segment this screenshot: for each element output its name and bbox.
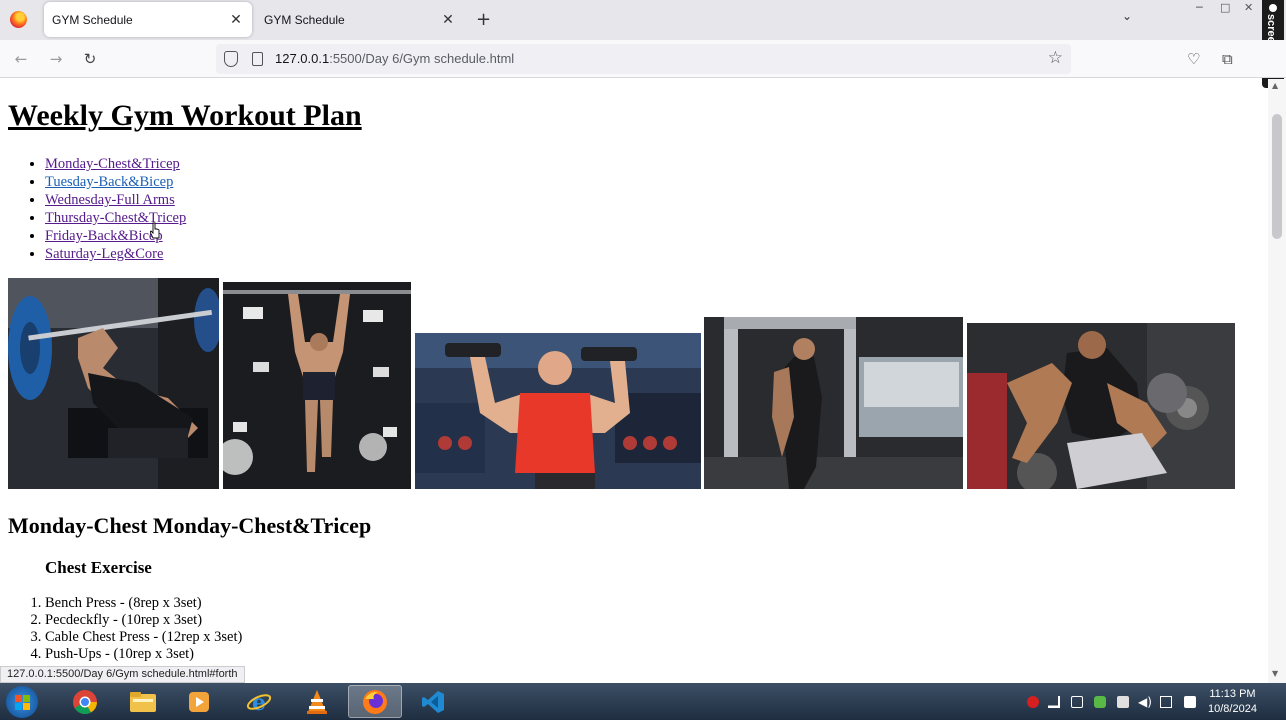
tab-gym-schedule[interactable]: GYM Schedule ✕ bbox=[256, 2, 464, 37]
tray-monitor-icon[interactable] bbox=[1117, 696, 1129, 708]
start-button[interactable] bbox=[6, 686, 38, 718]
day-link-saturday[interactable]: Saturday-Leg&Core bbox=[45, 246, 163, 262]
svg-text:e: e bbox=[252, 690, 266, 715]
day-link-monday[interactable]: Monday-Chest&Tricep bbox=[45, 156, 180, 172]
url-text[interactable]: 127.0.0.1:5500/Day 6/Gym schedule.html bbox=[275, 51, 514, 66]
maximize-icon[interactable]: □ bbox=[1220, 1, 1230, 14]
network-signal-icon[interactable] bbox=[1048, 696, 1060, 708]
list-item: Push-Ups - (10rep x 3set) bbox=[45, 646, 242, 663]
navigation-toolbar: ← → ↻ 127.0.0.1:5500/Day 6/Gym schedule.… bbox=[0, 40, 1286, 78]
url-path: :5500/Day 6/Gym schedule.html bbox=[329, 51, 515, 66]
link-status-bar: 127.0.0.1:5500/Day 6/Gym schedule.html#f… bbox=[0, 666, 245, 683]
day-nav-list: Monday-Chest&Tricep Tuesday-Back&Bicep W… bbox=[45, 155, 186, 263]
windows-taskbar: e ◀) 11:13 PM 10/8/2024 bbox=[0, 683, 1286, 720]
bookmark-star-icon[interactable]: ☆ bbox=[1048, 48, 1063, 68]
pull-up-image bbox=[223, 282, 411, 489]
hand-cursor-icon bbox=[150, 222, 160, 239]
list-item: Monday-Chest&Tricep bbox=[45, 155, 186, 173]
extensions-icon[interactable]: ⧉ bbox=[1222, 50, 1233, 68]
web-page: Weekly Gym Workout Plan Monday-Chest&Tri… bbox=[0, 79, 1268, 683]
close-icon[interactable]: ✕ bbox=[228, 12, 244, 28]
vscode-icon[interactable] bbox=[406, 685, 460, 718]
cable-machine-image bbox=[704, 317, 963, 489]
clock-time: 11:13 PM bbox=[1209, 688, 1256, 700]
day-link-tuesday[interactable]: Tuesday-Back&Bicep bbox=[45, 174, 173, 190]
shield-icon[interactable] bbox=[224, 51, 238, 67]
day-link-friday[interactable]: Friday-Back&Bicep bbox=[45, 228, 163, 244]
firefox-taskbar-icon[interactable] bbox=[348, 685, 402, 718]
close-icon[interactable]: ✕ bbox=[440, 12, 456, 28]
chrome-icon[interactable] bbox=[58, 685, 112, 718]
day-link-thursday[interactable]: Thursday-Chest&Tricep bbox=[45, 210, 186, 226]
minimize-icon[interactable]: ─ bbox=[1196, 1, 1203, 14]
firefox-icon[interactable] bbox=[10, 11, 27, 28]
list-item: Pecdeckfly - (10rep x 3set) bbox=[45, 612, 242, 629]
tab-title: GYM Schedule bbox=[52, 12, 133, 27]
bicep-curl-image bbox=[967, 323, 1235, 489]
dumbbell-shoulder-press-image bbox=[415, 333, 701, 489]
list-item: Thursday-Chest&Tricep bbox=[45, 209, 186, 227]
record-indicator-icon[interactable] bbox=[1027, 696, 1039, 708]
list-item: Friday-Back&Bicep bbox=[45, 227, 186, 245]
forward-arrow-icon[interactable]: → bbox=[45, 48, 67, 70]
pocket-icon[interactable]: ♡ bbox=[1187, 50, 1200, 68]
list-item: Cable Chest Press - (12rep x 3set) bbox=[45, 629, 242, 646]
tab-bar: GYM Schedule ✕ GYM Schedule ✕ + ⌄ ─ □ ✕ … bbox=[0, 0, 1286, 88]
close-window-icon[interactable]: ✕ bbox=[1244, 1, 1253, 14]
page-icon[interactable] bbox=[252, 52, 263, 66]
subheading: Chest Exercise bbox=[45, 558, 152, 577]
tab-title: GYM Schedule bbox=[264, 12, 345, 27]
action-center-icon[interactable] bbox=[1160, 696, 1172, 708]
vlc-icon[interactable] bbox=[290, 685, 344, 718]
scroll-down-icon[interactable]: ▼ bbox=[1272, 669, 1278, 678]
list-item: Saturday-Leg&Core bbox=[45, 245, 186, 263]
list-item: Tuesday-Back&Bicep bbox=[45, 173, 186, 191]
tray-green-icon[interactable] bbox=[1094, 696, 1106, 708]
scrollbar-thumb[interactable] bbox=[1272, 114, 1282, 239]
list-item: Bench Press - (8rep x 3set) bbox=[45, 595, 242, 612]
scrollbar[interactable]: ▲ ▼ bbox=[1268, 79, 1286, 683]
section-heading: Monday-Chest Monday-Chest&Tricep bbox=[8, 513, 372, 538]
bench-press-image bbox=[8, 278, 219, 489]
tab-gym-schedule-active[interactable]: GYM Schedule ✕ bbox=[44, 2, 252, 37]
file-explorer-icon[interactable] bbox=[116, 685, 170, 718]
day-link-wednesday[interactable]: Wednesday-Full Arms bbox=[45, 192, 175, 208]
scroll-up-icon[interactable]: ▲ bbox=[1272, 81, 1278, 90]
address-bar[interactable]: 127.0.0.1:5500/Day 6/Gym schedule.html ☆ bbox=[216, 44, 1071, 74]
page-title: Weekly Gym Workout Plan bbox=[8, 99, 362, 132]
internet-explorer-icon[interactable]: e bbox=[232, 685, 286, 718]
exercise-list: Bench Press - (8rep x 3set) Pecdeckfly -… bbox=[45, 595, 242, 663]
list-item: Wednesday-Full Arms bbox=[45, 191, 186, 209]
volume-icon[interactable]: ◀) bbox=[1138, 696, 1152, 708]
clock-date: 10/8/2024 bbox=[1208, 703, 1257, 715]
tray-app-icon[interactable] bbox=[1071, 696, 1083, 708]
system-clock[interactable]: 11:13 PM 10/8/2024 bbox=[1208, 687, 1257, 717]
media-player-icon[interactable] bbox=[172, 685, 226, 718]
back-arrow-icon[interactable]: ← bbox=[10, 48, 32, 70]
new-tab-button[interactable]: + bbox=[476, 9, 491, 30]
url-host: 127.0.0.1 bbox=[275, 51, 330, 66]
record-icon bbox=[1269, 4, 1277, 12]
chevron-down-icon[interactable]: ⌄ bbox=[1122, 9, 1132, 23]
flag-icon[interactable] bbox=[1184, 696, 1196, 708]
reload-icon[interactable]: ↻ bbox=[79, 48, 101, 70]
